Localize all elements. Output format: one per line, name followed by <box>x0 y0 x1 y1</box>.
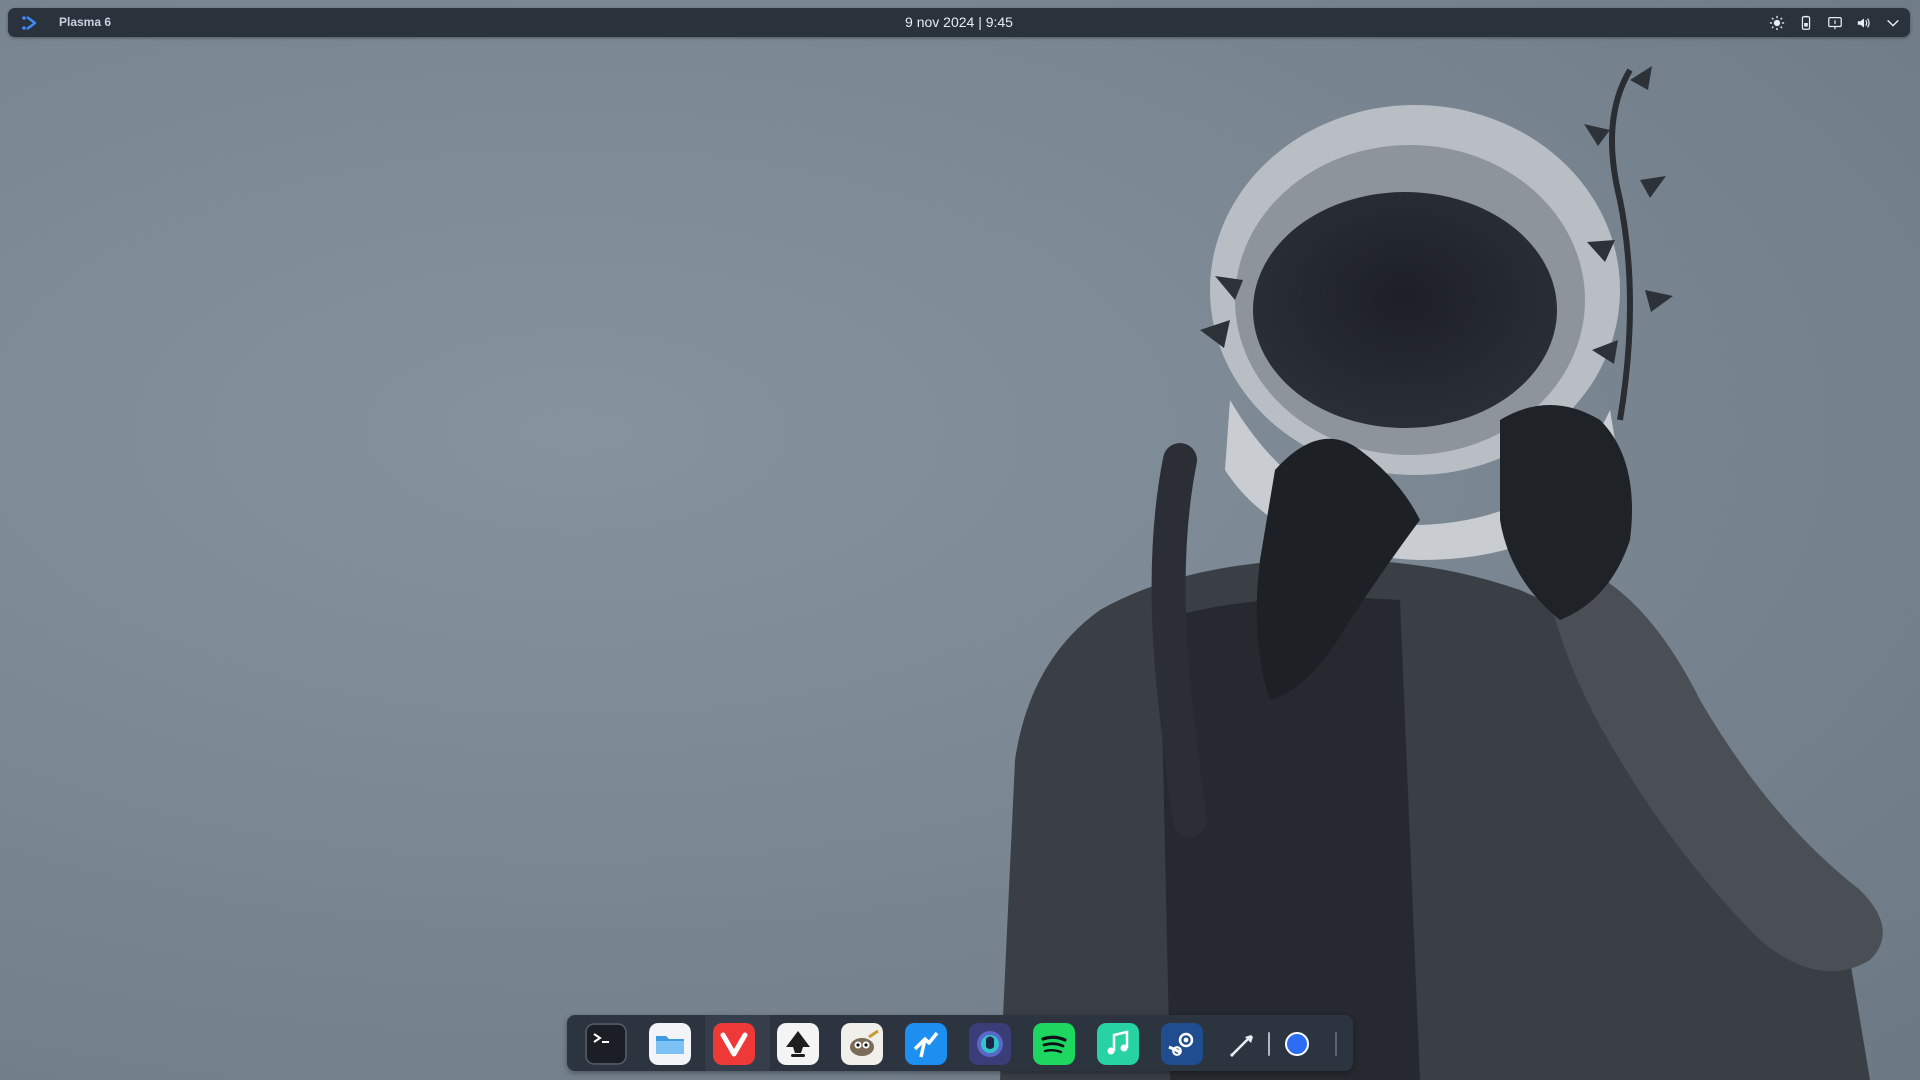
inkscape-icon[interactable] <box>777 1023 819 1065</box>
dock-separator <box>1268 1032 1270 1056</box>
desktop-wallpaper <box>1000 66 1883 1080</box>
terminal-icon[interactable] <box>585 1023 627 1065</box>
top-panel: Plasma 6 9 nov 2024 | 9:45 <box>8 8 1910 37</box>
gitkraken-icon[interactable] <box>969 1023 1011 1065</box>
clock[interactable]: 9 nov 2024 | 9:45 <box>8 14 1910 30</box>
dock <box>567 1015 1353 1071</box>
display-icon[interactable] <box>1826 14 1844 32</box>
volume-icon[interactable] <box>1855 14 1873 32</box>
blue-circle-icon[interactable] <box>1276 1023 1318 1065</box>
brightness-icon[interactable] <box>1768 14 1786 32</box>
system-tray <box>1768 13 1902 32</box>
dock-separator-end <box>1335 1032 1337 1056</box>
files-icon[interactable] <box>649 1023 691 1065</box>
music-icon[interactable] <box>1097 1023 1139 1065</box>
steam-icon[interactable] <box>1161 1023 1203 1065</box>
vivaldi-icon[interactable] <box>713 1023 755 1065</box>
expand-tray-chevron-icon[interactable] <box>1884 14 1902 32</box>
battery-icon[interactable] <box>1797 14 1815 32</box>
kdeconnect-icon[interactable] <box>905 1023 947 1065</box>
spotify-icon[interactable] <box>1033 1023 1075 1065</box>
gimp-icon[interactable] <box>841 1023 883 1065</box>
color-picker-icon[interactable] <box>1221 1023 1263 1065</box>
